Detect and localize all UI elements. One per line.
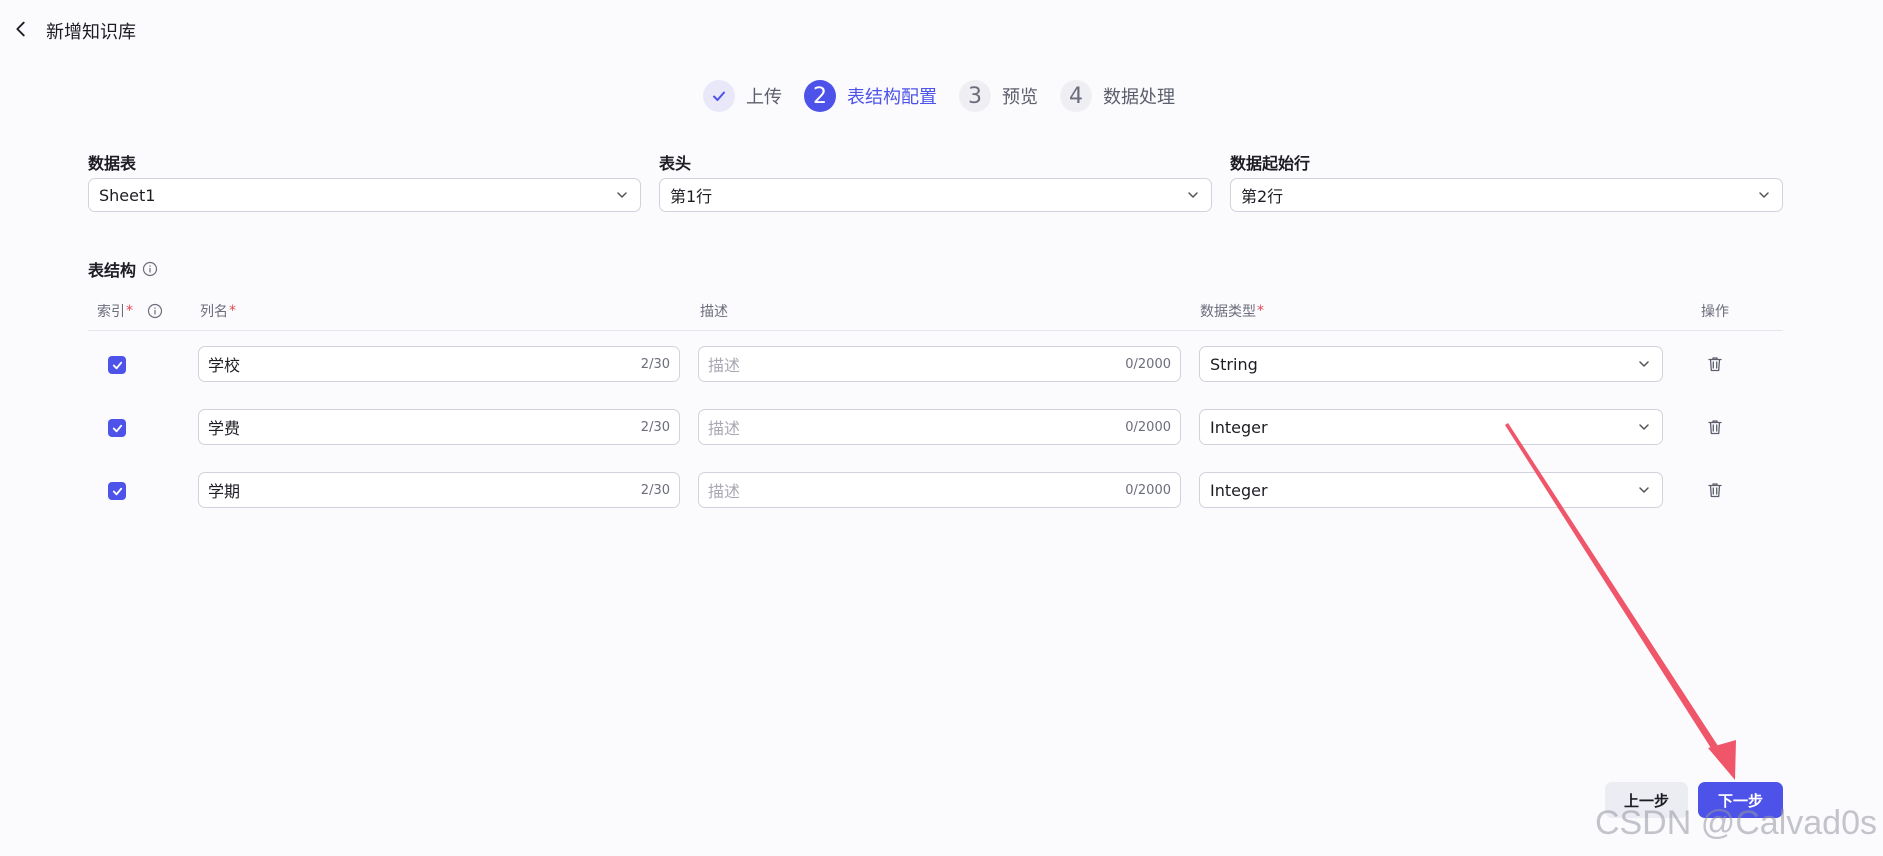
sheet-select[interactable]: Sheet1 (88, 178, 641, 212)
info-icon[interactable] (147, 303, 163, 319)
description-input[interactable]: 描述 0/2000 (698, 346, 1181, 382)
chevron-down-icon (617, 192, 627, 198)
required-mark: * (1257, 303, 1264, 319)
table-structure-title: 表结构 (88, 257, 158, 281)
header-row-label: 表头 (659, 154, 692, 173)
description-placeholder: 描述 (708, 356, 741, 375)
trash-icon[interactable] (1706, 355, 1724, 373)
trash-icon[interactable] (1706, 418, 1724, 436)
required-mark: * (229, 303, 236, 319)
step-table-config: 2 表结构配置 (804, 80, 937, 112)
start-row-select[interactable]: 第2行 (1230, 178, 1783, 212)
column-header-ops-text: 操作 (1701, 304, 1729, 320)
table-row: 学费 2/30 描述 0/2000 Integer (0, 409, 1883, 447)
char-counter: 2/30 (640, 482, 670, 498)
check-icon (112, 424, 122, 432)
description-input[interactable]: 描述 0/2000 (698, 472, 1181, 508)
column-name-input[interactable]: 学校 2/30 (198, 346, 680, 382)
column-name-value: 学费 (208, 419, 241, 438)
info-icon[interactable] (142, 261, 158, 277)
step-data-processing: 4 数据处理 (1060, 80, 1175, 112)
step-number: 3 (959, 80, 991, 112)
char-counter: 0/2000 (1125, 419, 1171, 435)
step-number: 2 (804, 80, 836, 112)
index-checkbox[interactable] (108, 419, 126, 437)
column-header-index-text: 索引 (97, 304, 125, 320)
description-placeholder: 描述 (708, 419, 741, 438)
column-name-input[interactable]: 学费 2/30 (198, 409, 680, 445)
chevron-down-icon (1639, 424, 1649, 430)
description-placeholder: 描述 (708, 482, 741, 501)
check-icon (112, 361, 122, 369)
data-type-value: Integer (1210, 417, 1268, 437)
column-header-type: 数据类型 * (1200, 301, 1264, 321)
step-done-check-icon (703, 80, 735, 112)
char-counter: 0/2000 (1125, 482, 1171, 498)
step-label: 预览 (1002, 87, 1038, 108)
chevron-down-icon (1639, 361, 1649, 367)
column-header-desc-text: 描述 (700, 304, 728, 320)
char-counter: 0/2000 (1125, 356, 1171, 372)
index-checkbox[interactable] (108, 356, 126, 374)
column-header-type-text: 数据类型 (1200, 304, 1256, 320)
column-header-desc: 描述 (700, 301, 728, 321)
step-label: 数据处理 (1103, 87, 1175, 108)
chevron-down-icon (1188, 192, 1198, 198)
step-upload: 上传 (703, 80, 782, 112)
stepper: 上传 2 表结构配置 3 预览 4 数据处理 (703, 79, 1197, 113)
column-name-value: 学期 (208, 482, 241, 501)
sheet-label: 数据表 (88, 154, 137, 173)
start-row-label: 数据起始行 (1230, 154, 1311, 173)
start-row-select-value: 第2行 (1241, 187, 1284, 206)
column-header-index: 索引 * (97, 301, 163, 321)
chevron-down-icon (1639, 487, 1649, 493)
header-row-select-value: 第1行 (670, 187, 713, 206)
watermark: CSDN @Calvad0s (1594, 804, 1877, 842)
data-type-value: Integer (1210, 480, 1268, 500)
back-button[interactable] (10, 18, 32, 40)
data-type-select[interactable]: Integer (1199, 472, 1663, 508)
table-structure-title-text: 表结构 (88, 261, 137, 280)
column-header-name: 列名 * (200, 301, 236, 321)
sheet-select-value: Sheet1 (99, 185, 156, 205)
step-number: 4 (1060, 80, 1092, 112)
description-input[interactable]: 描述 0/2000 (698, 409, 1181, 445)
column-header-ops: 操作 (1701, 301, 1729, 321)
data-type-select[interactable]: String (1199, 346, 1663, 382)
char-counter: 2/30 (640, 356, 670, 372)
column-header-name-text: 列名 (200, 304, 228, 320)
check-icon (112, 487, 122, 495)
top-bar: 新增知识库 (0, 0, 1883, 60)
header-row-select[interactable]: 第1行 (659, 178, 1212, 212)
page-title: 新增知识库 (46, 22, 136, 43)
chevron-down-icon (1759, 192, 1769, 198)
step-label: 表结构配置 (847, 87, 937, 108)
header-divider (88, 330, 1783, 331)
step-preview: 3 预览 (959, 80, 1038, 112)
char-counter: 2/30 (640, 419, 670, 435)
trash-icon[interactable] (1706, 481, 1724, 499)
data-type-value: String (1210, 354, 1258, 374)
table-row: 学期 2/30 描述 0/2000 Integer (0, 472, 1883, 510)
index-checkbox[interactable] (108, 482, 126, 500)
column-name-value: 学校 (208, 356, 241, 375)
chevron-left-icon (16, 21, 25, 37)
data-type-select[interactable]: Integer (1199, 409, 1663, 445)
required-mark: * (126, 303, 133, 319)
column-name-input[interactable]: 学期 2/30 (198, 472, 680, 508)
step-label: 上传 (746, 87, 782, 108)
table-row: 学校 2/30 描述 0/2000 String (0, 346, 1883, 384)
